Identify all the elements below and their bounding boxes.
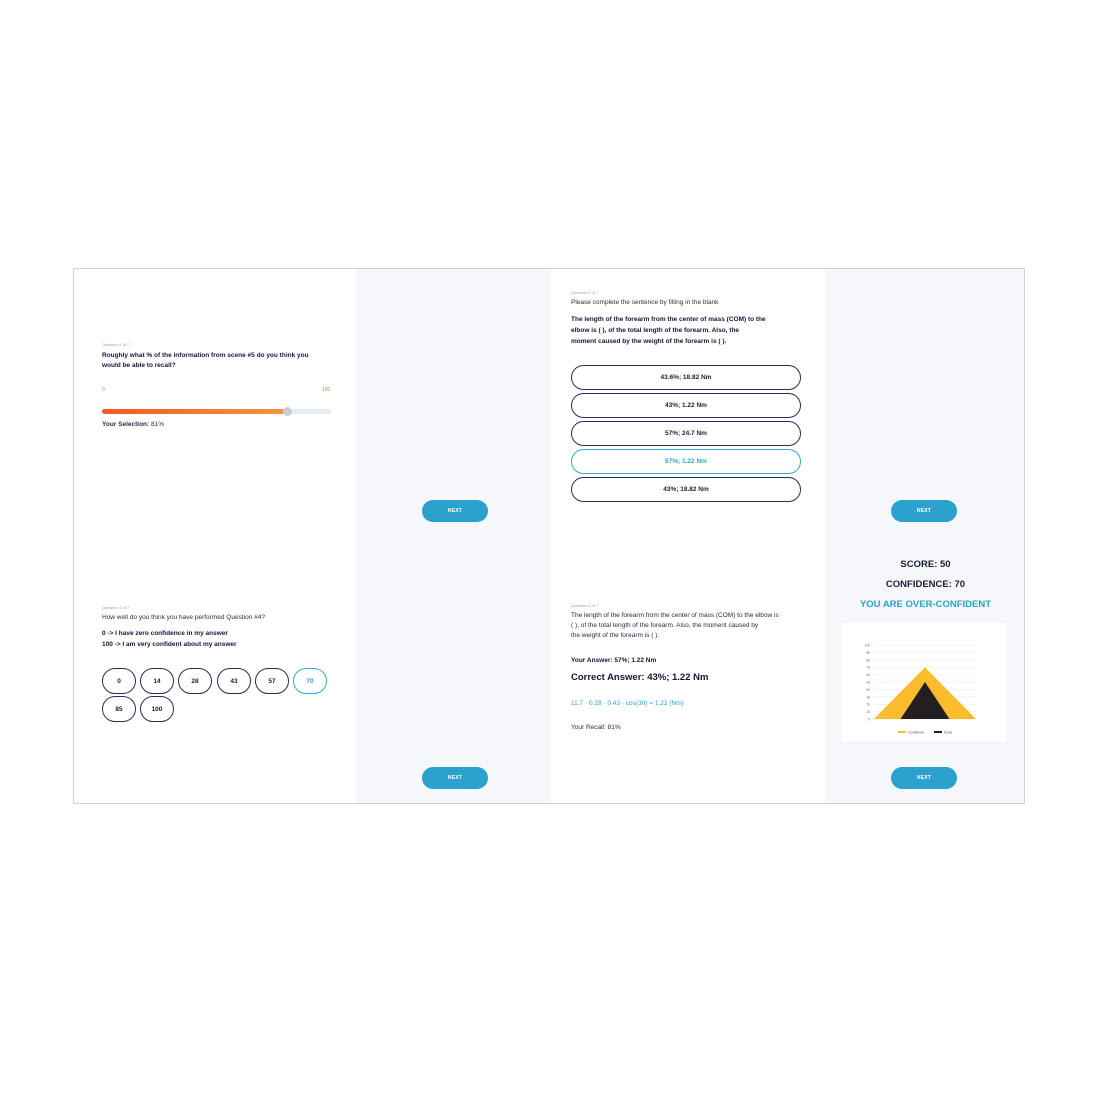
question-number: Question 4 of 7 — [102, 342, 130, 347]
slider-fill — [102, 409, 288, 414]
selection-label-text: Your Selection: — [102, 421, 150, 428]
y-tick-label: 50 — [866, 681, 870, 685]
legend-label-score: Score — [944, 731, 953, 735]
your-answer: Your Answer: 57%; 1.22 Nm — [571, 657, 657, 664]
y-tick-label: 100 — [865, 644, 871, 648]
y-tick-label: 70 — [866, 666, 870, 670]
slider-max-label: 100 — [322, 387, 331, 393]
fill-instruction: Please complete the sentence by filling … — [571, 299, 719, 306]
next-button[interactable]: NEXT — [422, 500, 488, 522]
slider-thumb[interactable] — [283, 407, 293, 416]
correct-answer: Correct Answer: 43%; 1.22 Nm — [571, 672, 709, 683]
question-number: Question 4 of 7 — [102, 605, 130, 610]
verdict-text: YOU ARE OVER-CONFIDENT — [859, 599, 992, 610]
confidence-text: CONFIDENCE: 70 — [885, 579, 966, 590]
answer-option-5[interactable]: 43%; 18.82 Nm — [571, 477, 801, 502]
y-tick-label: 0 — [868, 718, 870, 722]
question-number: Question 4 of 7 — [571, 290, 599, 295]
recall-value: Your Recall: 81% — [571, 724, 621, 731]
y-tick-label: 20 — [866, 703, 870, 707]
confidence-option-0[interactable]: 0 — [102, 668, 136, 694]
confidence-option-14[interactable]: 14 — [140, 668, 174, 694]
confidence-option-28[interactable]: 28 — [178, 668, 212, 694]
confidence-option-57[interactable]: 57 — [255, 668, 289, 694]
result-chart: 0 10 20 30 40 50 60 70 80 90 100 Confidence Score — [842, 623, 1006, 741]
slider-min-label: 0 — [102, 387, 105, 393]
confidence-option-100[interactable]: 100 — [140, 696, 174, 722]
confidence-scale-high: 100 -> I am very confident about my answ… — [102, 641, 237, 648]
next-button[interactable]: NEXT — [891, 500, 957, 522]
review-question-line-2: ( ), of the total length of the forearm.… — [571, 622, 759, 629]
column-2 — [356, 269, 551, 803]
formula: 11.7 · 0.28 · 0.43 · cos(30) = 1.22 (Nm) — [571, 700, 684, 707]
answer-option-2[interactable]: 43%; 1.22 Nm — [571, 393, 801, 418]
score-text: SCORE: 50 — [900, 559, 951, 570]
answer-option-1[interactable]: 43.6%; 18.82 Nm — [571, 365, 801, 390]
confidence-option-85[interactable]: 85 — [102, 696, 136, 722]
quiz-composite: Question 4 of 7 Roughly what % of the in… — [73, 268, 1025, 804]
y-tick-label: 60 — [866, 673, 870, 677]
y-tick-label: 10 — [866, 710, 870, 714]
confidence-option-43[interactable]: 43 — [217, 668, 251, 694]
legend-label-confidence: Confidence — [908, 731, 924, 735]
confidence-prompt: How well do you think you have performed… — [102, 614, 265, 621]
answer-option-4[interactable]: 57%; 1.22 Nm — [571, 449, 801, 474]
legend-swatch-score — [934, 731, 942, 733]
review-question-line-1: The length of the forearm from the cente… — [571, 612, 779, 619]
y-tick-label: 30 — [866, 695, 870, 699]
question-number: Question 4 of 7 — [571, 603, 599, 608]
legend-swatch-confidence — [898, 731, 906, 733]
result-chart-svg: 0 10 20 30 40 50 60 70 80 90 100 Confidence Score — [865, 644, 976, 735]
selection-value: 81% — [151, 421, 165, 428]
confidence-option-70[interactable]: 70 — [293, 668, 327, 694]
next-button[interactable]: NEXT — [422, 767, 488, 789]
review-question-line-3: the weight of the forearm is ( ). — [571, 632, 660, 639]
fill-question-line-1: The length of the forearm from the cente… — [571, 316, 766, 323]
fill-question-line-3: moment caused by the weight of the forea… — [571, 338, 727, 345]
selection-label: Your Selection: 81% — [102, 420, 164, 430]
recall-slider[interactable] — [102, 407, 331, 416]
next-button[interactable]: NEXT — [891, 767, 957, 789]
y-tick-label: 80 — [866, 658, 870, 662]
confidence-scale-low: 0 -> I have zero confidence in my answer — [102, 630, 228, 637]
answer-option-3[interactable]: 57%; 24.7 Nm — [571, 421, 801, 446]
fill-question-line-2: elbow is ( ), of the total length of the… — [571, 327, 740, 334]
y-tick-label: 90 — [866, 651, 870, 655]
y-tick-label: 40 — [866, 688, 870, 692]
question-text-line-2: would be able to recall? — [102, 362, 176, 369]
